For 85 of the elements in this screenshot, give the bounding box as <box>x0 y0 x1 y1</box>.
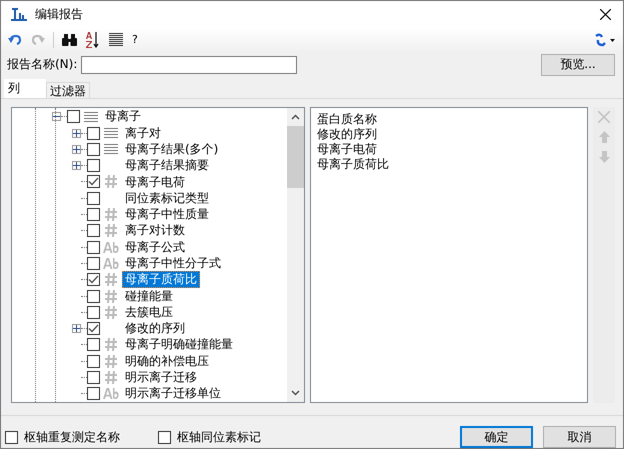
checkbox[interactable] <box>5 430 18 444</box>
tree-item[interactable]: 去簇电压 <box>122 304 176 321</box>
checkbox[interactable] <box>87 371 100 384</box>
plus-icon <box>73 130 80 137</box>
hash-icon <box>102 290 120 303</box>
collapse-button[interactable] <box>52 112 61 122</box>
preview-button[interactable]: 预览... <box>541 54 615 76</box>
checkbox[interactable] <box>87 256 100 270</box>
expand-button[interactable] <box>72 324 81 334</box>
report-name-field[interactable] <box>81 56 298 74</box>
checkbox[interactable] <box>87 338 100 352</box>
report-name-label: 报告名称(N): <box>7 56 78 74</box>
hash-icon <box>102 224 120 238</box>
tree-item[interactable]: 母离子中性质量 <box>122 206 212 224</box>
tree-item[interactable]: 明示离子迁移 <box>122 369 200 386</box>
hash-icon <box>102 338 120 352</box>
hash-icon <box>102 306 120 319</box>
list-item[interactable]: 母离子电荷 <box>316 142 582 157</box>
tree-item[interactable]: 离子对计数 <box>122 222 188 240</box>
close-icon <box>600 8 611 20</box>
tree-item[interactable]: 母离子结果(多个) <box>122 140 222 158</box>
plus-icon <box>73 146 80 153</box>
scroll-up-icon[interactable] <box>290 114 300 120</box>
list-icon <box>102 128 120 138</box>
tab[interactable]: 列 <box>4 78 46 98</box>
tree-item[interactable]: 母离子电荷 <box>122 174 188 190</box>
checkbox[interactable] <box>87 159 100 172</box>
checkbox[interactable] <box>87 192 100 205</box>
checkbox[interactable] <box>87 387 100 400</box>
checkbox[interactable] <box>87 240 100 254</box>
tree-item[interactable]: 母离子质荷比 <box>122 271 200 288</box>
list-icon[interactable] <box>106 31 126 48</box>
list-item[interactable]: 蛋白质名称 <box>316 112 582 127</box>
window-title: 编辑报告 <box>35 6 83 23</box>
hash-icon <box>102 371 120 384</box>
tree-item[interactable]: 明示离子迁移单位 <box>122 385 224 402</box>
checkbox[interactable] <box>87 175 100 188</box>
ok-button[interactable]: 确定 <box>460 426 533 448</box>
checkbox[interactable] <box>87 224 100 238</box>
checkbox[interactable] <box>87 273 100 286</box>
plus-icon <box>73 325 80 332</box>
tree-item[interactable]: 离子对 <box>122 124 164 142</box>
hash-icon <box>102 175 120 188</box>
expand-button[interactable] <box>72 128 81 138</box>
plus-icon <box>73 162 80 170</box>
tree-item[interactable]: 修改的序列 <box>122 320 188 338</box>
checkbox[interactable] <box>67 110 80 124</box>
hash-icon <box>102 354 120 368</box>
app-icon <box>11 7 27 22</box>
scrollbar[interactable] <box>286 108 304 402</box>
tree-item[interactable]: 母离子结果摘要 <box>122 157 212 174</box>
hash-icon <box>102 273 120 286</box>
list-icon <box>102 144 120 154</box>
tree-item[interactable]: 明确的补偿电压 <box>122 352 212 370</box>
help-button[interactable]: ? <box>129 31 141 48</box>
scroll-thumb[interactable] <box>286 126 304 188</box>
text-type-icon <box>102 258 120 269</box>
checkbox[interactable] <box>87 322 100 336</box>
expand-button[interactable] <box>72 161 81 170</box>
checkbox-label: 枢轴重复测定名称 <box>24 428 120 446</box>
checkbox[interactable] <box>158 430 171 444</box>
tab[interactable]: 过滤器 <box>46 82 90 98</box>
checkbox-label: 枢轴同位素标记 <box>177 428 261 446</box>
tree-item[interactable]: 母离子 <box>102 108 144 126</box>
checkbox[interactable] <box>87 306 100 319</box>
cancel-button[interactable]: 取消 <box>543 426 616 448</box>
tree-item[interactable]: 母离子公式 <box>122 238 188 256</box>
tree-item[interactable]: 碰撞能量 <box>122 288 176 305</box>
tree-item[interactable]: 同位素标记类型 <box>122 190 212 207</box>
checkbox[interactable] <box>87 142 100 156</box>
find-icon[interactable] <box>59 32 80 48</box>
list-item[interactable]: 修改的序列 <box>316 126 582 142</box>
checkbox[interactable] <box>87 126 100 140</box>
checkbox[interactable] <box>87 354 100 368</box>
text-type-icon <box>102 388 120 400</box>
checkbox[interactable] <box>87 208 100 222</box>
hash-icon <box>102 208 120 222</box>
tree-item[interactable]: 母离子明确碰撞能量 <box>122 336 236 354</box>
text-type-icon <box>102 242 120 253</box>
checkbox[interactable] <box>87 290 100 303</box>
list-icon <box>82 112 100 122</box>
tree-item[interactable]: 母离子中性分子式 <box>122 254 224 272</box>
list-item[interactable]: 母离子质荷比 <box>316 156 582 172</box>
scroll-down-icon[interactable] <box>290 390 300 396</box>
expand-button[interactable] <box>72 144 81 154</box>
